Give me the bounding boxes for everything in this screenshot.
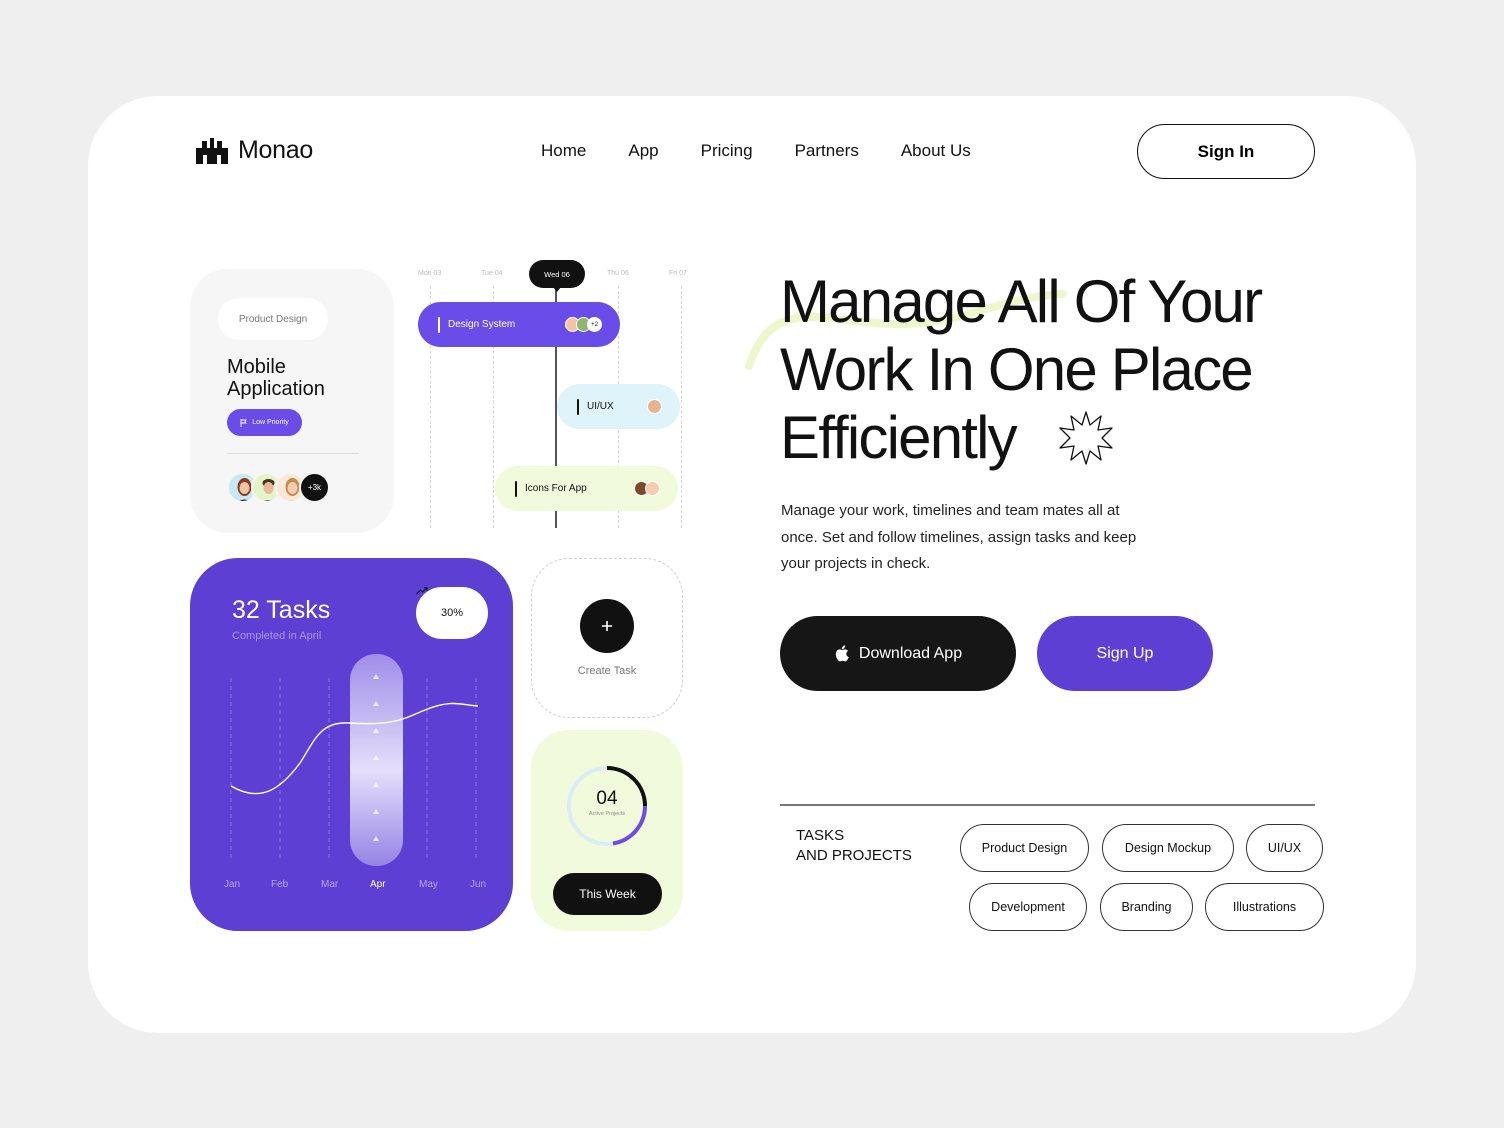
task-label: Icons For App	[525, 483, 587, 494]
tag-illustrations[interactable]: Illustrations	[1205, 883, 1324, 931]
task-avatars	[647, 399, 662, 414]
month-axis: Jan Feb Mar Apr May Jun	[190, 879, 513, 893]
create-task-button[interactable]	[580, 599, 634, 653]
tags-heading-line: TASKS	[796, 827, 845, 844]
month-label: Jan	[224, 879, 241, 890]
trend-up-icon	[416, 587, 428, 595]
nav-partners[interactable]: Partners	[795, 141, 859, 161]
nav-pricing[interactable]: Pricing	[701, 141, 753, 161]
active-projects-label: Active Projects	[588, 811, 626, 817]
priority-badge[interactable]: Low Priority	[227, 409, 302, 436]
apple-icon	[835, 645, 849, 662]
current-day-marker[interactable]: Wed 06	[529, 260, 585, 292]
tags-heading: TASKS AND PROJECTS	[796, 826, 936, 866]
more-members-badge: +3k	[299, 472, 330, 503]
nav-home[interactable]: Home	[541, 141, 586, 161]
monao-logo-icon	[196, 137, 228, 164]
create-task-card[interactable]: Create Task	[531, 558, 683, 718]
tag-ui-ux[interactable]: UI/UX	[1246, 824, 1323, 872]
member-avatars[interactable]: +3k	[227, 472, 330, 503]
tag-development[interactable]: Development	[969, 883, 1087, 931]
priority-label: Low Priority	[252, 419, 289, 426]
tasks-chart-card[interactable]: 32 Tasks Completed in April 30% Jan Feb …	[190, 558, 513, 931]
tasks-subtitle: Completed in April	[232, 630, 322, 642]
task-avatars	[634, 481, 660, 496]
timeline-task-icons[interactable]: Icons For App	[495, 466, 678, 511]
landing-card: Monao Home App Pricing Partners About Us…	[88, 96, 1416, 1033]
hero-description: Manage your work, timelines and team mat…	[781, 502, 1137, 572]
more-avatars-badge: +2	[587, 317, 602, 332]
nav-about[interactable]: About Us	[901, 141, 971, 161]
tag-product-design[interactable]: Product Design	[960, 824, 1089, 872]
create-task-label: Create Task	[577, 665, 637, 677]
tags-divider	[780, 804, 1315, 806]
main-nav: Home App Pricing Partners About Us	[541, 141, 971, 161]
timeline-day: Fri 07	[669, 270, 687, 277]
timeline-task-design-system[interactable]: Design System +2	[418, 302, 620, 347]
month-label: Feb	[271, 879, 289, 890]
task-label: UI/UX	[587, 401, 614, 412]
month-label: Jun	[470, 879, 487, 890]
hero-title-line: Work In One Place	[780, 336, 1254, 403]
task-marker	[438, 316, 440, 333]
download-app-button[interactable]: Download App	[780, 616, 1016, 691]
nav-app[interactable]: App	[628, 141, 658, 161]
task-label: Design System	[448, 319, 516, 330]
tag-branding[interactable]: Branding	[1100, 883, 1193, 931]
tasks-count: 32 Tasks	[232, 596, 331, 624]
month-label: Mar	[321, 879, 339, 890]
timeline: Mon 03 Tue 04 Thu 06 Fri 07 Wed 06 Desig…	[418, 256, 688, 528]
brand-name: Monao	[238, 136, 313, 164]
flag-icon	[240, 418, 248, 427]
task-marker	[577, 398, 579, 415]
timeline-task-ui-ux[interactable]: UI/UX	[557, 384, 680, 429]
tag-design-mockup[interactable]: Design Mockup	[1102, 824, 1234, 872]
active-projects-card[interactable]: 04 Active Projects This Week	[531, 730, 683, 931]
sparkle-star-icon	[1059, 411, 1113, 465]
task-marker	[515, 480, 517, 497]
timeline-day: Mon 03	[418, 270, 442, 277]
month-label-active: Apr	[370, 879, 386, 890]
this-week-button[interactable]: This Week	[553, 873, 662, 915]
growth-value: 30%	[440, 607, 464, 619]
sign-up-button[interactable]: Sign Up	[1037, 616, 1213, 691]
plus-icon	[602, 621, 612, 631]
sign-in-button[interactable]: Sign In	[1137, 124, 1315, 179]
avatar	[645, 481, 660, 496]
task-avatars: +2	[565, 317, 602, 332]
hero-title-line: Manage All Of Your	[780, 268, 1263, 335]
divider	[227, 453, 359, 454]
timeline-day: Thu 06	[607, 270, 629, 277]
active-projects-count: 04	[596, 788, 618, 809]
timeline-gridline	[681, 286, 682, 528]
project-category-chip: Product Design	[218, 298, 328, 340]
tags-heading-line: AND PROJECTS	[796, 847, 912, 864]
download-app-label: Download App	[858, 644, 963, 662]
brand-logo[interactable]: Monao	[196, 136, 313, 165]
growth-badge[interactable]: 30%	[416, 587, 488, 639]
project-title: Mobile Application	[227, 356, 325, 400]
timeline-day: Tue 04	[481, 270, 503, 277]
avatar	[647, 399, 662, 414]
project-card[interactable]: Product Design Mobile Application Low Pr…	[190, 269, 394, 533]
month-label: May	[419, 879, 438, 890]
